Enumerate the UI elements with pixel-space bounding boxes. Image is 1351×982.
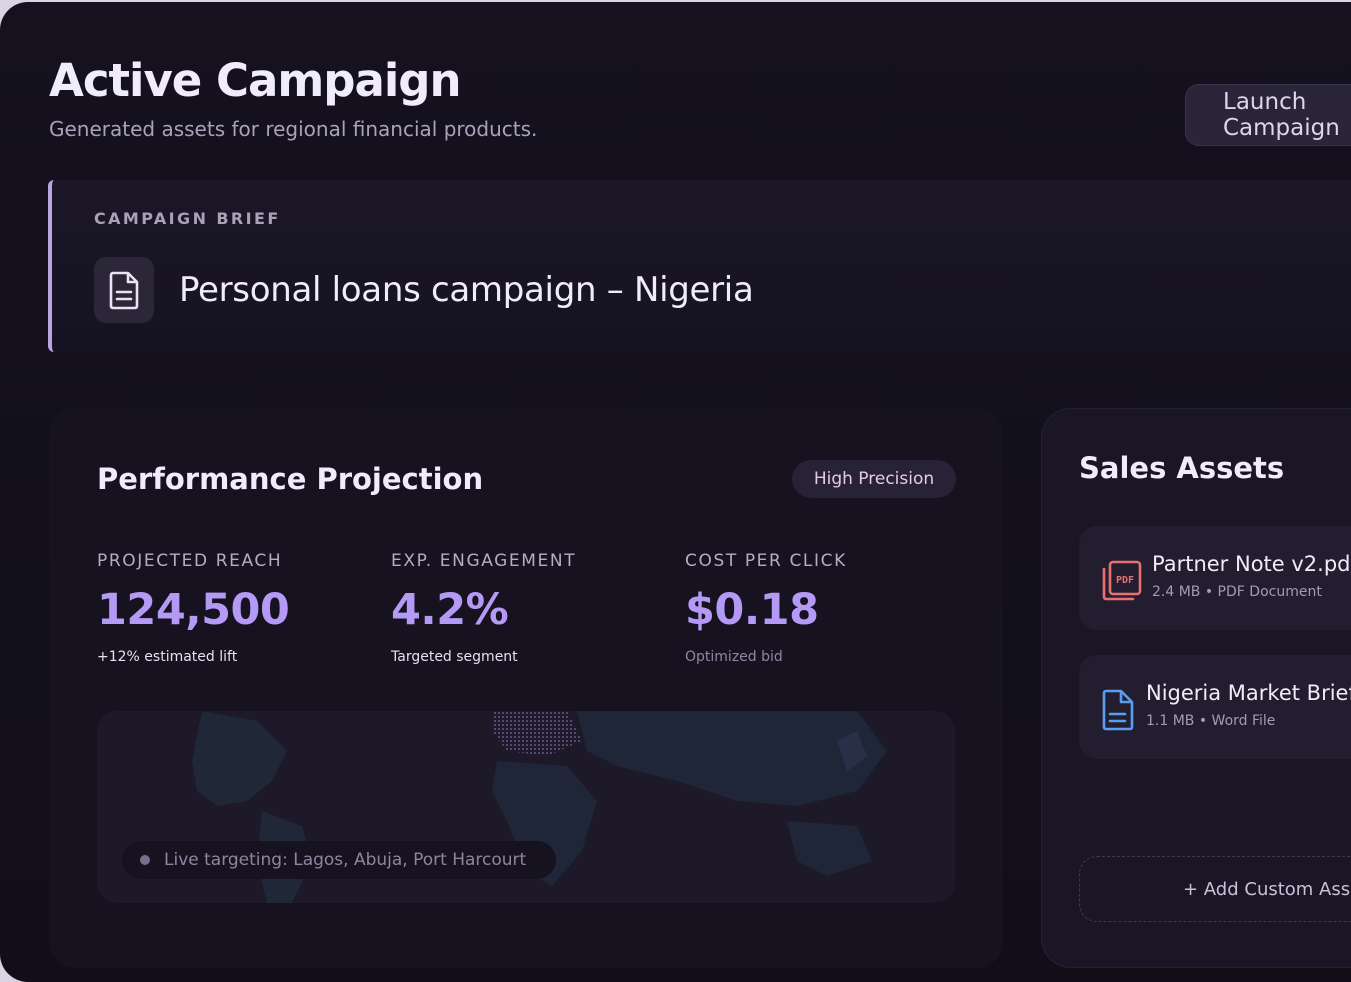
asset-item-partner-note[interactable]: PDF Partner Note v2.pdf 2.4 MB • PDF Doc…: [1079, 526, 1351, 630]
brief-icon-box: [94, 257, 154, 323]
metric-label: EXP. ENGAGEMENT: [391, 551, 577, 571]
app-window: Active Campaign Generated assets for reg…: [0, 2, 1351, 982]
asset-name: Nigeria Market Brief: [1146, 681, 1351, 705]
document-icon: [109, 271, 139, 310]
sales-assets-panel: Sales Assets PDF Partner Note v2.pdf 2.4…: [1041, 408, 1351, 968]
precision-badge: High Precision: [792, 460, 956, 498]
metric-label: PROJECTED REACH: [97, 551, 283, 571]
brief-title: Personal loans campaign – Nigeria: [179, 270, 754, 310]
pdf-icon: PDF: [1102, 560, 1142, 601]
metric-engagement: EXP. ENGAGEMENT 4.2% Targeted segment: [391, 551, 576, 665]
asset-item-market-brief[interactable]: Nigeria Market Brief 1.1 MB • Word File: [1079, 655, 1351, 759]
add-custom-asset-button[interactable]: + Add Custom Asset: [1079, 856, 1351, 922]
live-targeting-pill: Live targeting: Lagos, Abuja, Port Harco…: [122, 841, 556, 879]
campaign-brief: CAMPAIGN BRIEF Personal loans campaign –…: [48, 180, 1351, 352]
metric-label: COST PER CLICK: [685, 551, 847, 571]
asset-meta: 1.1 MB • Word File: [1146, 713, 1276, 729]
metric-value: 124,500: [97, 585, 290, 635]
performance-projection-card: Performance Projection High Precision PR…: [49, 408, 1003, 968]
live-targeting-text: Live targeting: Lagos, Abuja, Port Harco…: [164, 850, 527, 870]
metric-value: $0.18: [685, 585, 819, 635]
launch-campaign-button[interactable]: Launch Campaign: [1185, 84, 1351, 146]
page-subtitle: Generated assets for regional financial …: [49, 117, 538, 141]
metric-note: Targeted segment: [391, 649, 518, 665]
metric-note: Optimized bid: [685, 649, 783, 665]
brief-eyebrow: CAMPAIGN BRIEF: [94, 209, 281, 228]
targeting-map: Live targeting: Lagos, Abuja, Port Harco…: [97, 711, 955, 903]
metric-note: +12% estimated lift: [97, 649, 238, 665]
sales-assets-title: Sales Assets: [1079, 451, 1285, 485]
live-status-dot: [140, 855, 150, 865]
performance-title: Performance Projection: [97, 462, 484, 496]
metric-cost-per-click: COST PER CLICK $0.18 Optimized bid: [685, 551, 847, 665]
metric-value: 4.2%: [391, 585, 509, 635]
asset-name: Partner Note v2.pdf: [1152, 552, 1351, 576]
asset-meta: 2.4 MB • PDF Document: [1152, 584, 1322, 600]
word-file-icon: [1102, 689, 1134, 731]
pdf-icon-label: PDF: [1116, 575, 1134, 586]
metric-projected-reach: PROJECTED REACH 124,500 +12% estimated l…: [97, 551, 290, 665]
page-title: Active Campaign: [49, 54, 461, 107]
